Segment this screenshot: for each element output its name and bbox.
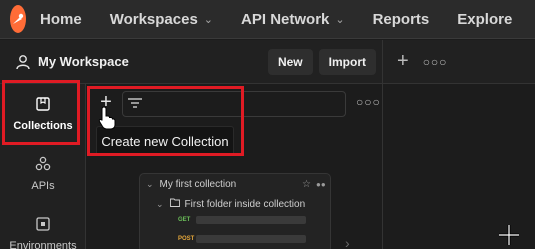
postman-app: Home Workspaces ⌄ API Network ⌄ Reports …	[0, 0, 535, 249]
nav-workspaces[interactable]: Workspaces ⌄	[110, 11, 213, 28]
sidebar-item-environments[interactable]: Environments	[0, 214, 86, 249]
apis-icon	[35, 154, 51, 174]
collections-highlight	[2, 80, 80, 145]
more-horizontal-icon[interactable]: ○○○	[356, 95, 381, 109]
folder-row[interactable]: ⌄ First folder inside collection	[140, 198, 330, 210]
crosshair-cursor-icon	[499, 225, 519, 245]
workspace-title[interactable]: My Workspace	[38, 54, 268, 69]
folder-icon	[169, 198, 180, 210]
workspace-header: My Workspace New Import	[0, 40, 382, 84]
import-button[interactable]: Import	[318, 48, 376, 75]
new-button[interactable]: New	[267, 48, 313, 75]
postman-logo-icon[interactable]	[10, 5, 26, 33]
sidebar-item-label: Environments	[9, 240, 77, 249]
nav-api-network[interactable]: API Network ⌄	[241, 11, 345, 28]
sidebar-item-apis[interactable]: APIs	[0, 154, 86, 192]
chevron-down-icon: ⌄	[146, 179, 154, 189]
nav-home-label: Home	[40, 10, 82, 28]
more-horizontal-icon[interactable]: ●●	[316, 180, 326, 189]
more-horizontal-icon[interactable]: ○○○	[423, 55, 448, 69]
create-collection-highlight	[87, 86, 244, 156]
request-name-placeholder	[196, 216, 306, 224]
nav-api-network-label: API Network	[241, 10, 330, 28]
collection-preview-card: ⌄ My first collection ☆ ●● ⌄ First folde…	[139, 173, 331, 249]
method-badge: GET	[178, 217, 191, 223]
request-row[interactable]: GET	[140, 216, 330, 224]
user-icon	[16, 54, 30, 70]
nav-reports-label: Reports	[372, 10, 430, 28]
collection-name: My first collection	[159, 179, 237, 190]
nav-explore[interactable]: Explore	[457, 11, 512, 28]
collection-row[interactable]: ⌄ My first collection ☆ ●●	[140, 179, 330, 190]
plus-icon[interactable]: +	[397, 50, 409, 73]
tabs-bar: + ○○○	[383, 40, 535, 84]
chevron-down-icon: ⌄	[335, 13, 345, 26]
nav-home[interactable]: Home	[40, 11, 82, 28]
request-name-placeholder	[196, 235, 306, 243]
method-badge: POST	[178, 236, 195, 242]
star-icon[interactable]: ☆	[302, 179, 311, 190]
nav-explore-label: Explore	[457, 10, 513, 28]
chevron-down-icon: ⌄	[203, 13, 214, 26]
nav-workspaces-label: Workspaces	[109, 10, 198, 28]
environments-icon	[35, 214, 51, 234]
request-row[interactable]: POST	[140, 235, 330, 243]
folder-name: First folder inside collection	[184, 198, 306, 210]
sidebar-item-label: APIs	[31, 180, 55, 192]
chevron-right-icon: ›	[345, 235, 350, 249]
chevron-down-icon: ⌄	[156, 198, 164, 209]
nav-reports[interactable]: Reports	[373, 11, 430, 28]
top-nav: Home Workspaces ⌄ API Network ⌄ Reports …	[0, 0, 535, 39]
